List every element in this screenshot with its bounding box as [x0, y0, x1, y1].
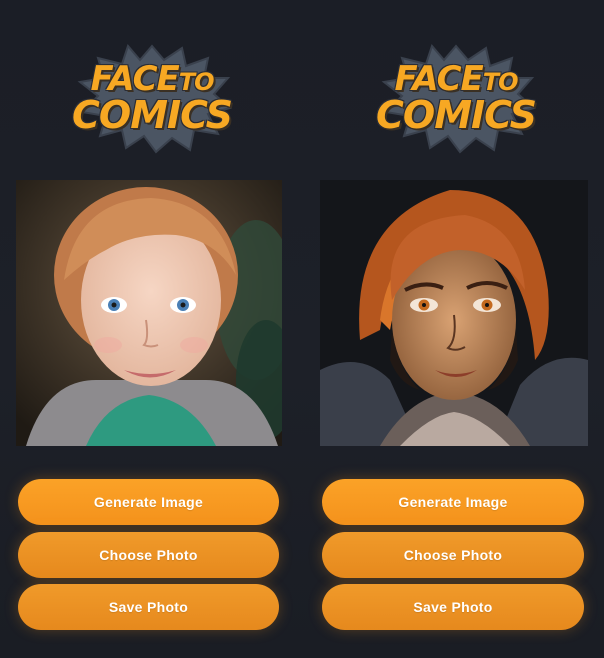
save-photo-button[interactable]: Save Photo — [18, 584, 279, 630]
face-to-comics-logo: FACETO COMICS — [72, 44, 233, 154]
choose-photo-button[interactable]: Choose Photo — [322, 532, 584, 578]
face-to-comics-logo: FACETO COMICS — [376, 44, 537, 154]
logo-line-2: COMICS — [376, 93, 537, 137]
generate-image-button[interactable]: Generate Image — [18, 479, 279, 525]
logo-line-2: COMICS — [72, 93, 233, 137]
original-photo — [16, 180, 282, 446]
original-panel: FACETO COMICS Generate Image Choose Phot… — [0, 0, 302, 658]
generate-image-button[interactable]: Generate Image — [322, 479, 584, 525]
choose-photo-button[interactable]: Choose Photo — [18, 532, 279, 578]
comic-panel: FACETO COMICS Generate Image Choose Phot… — [302, 0, 604, 658]
comic-portrait-icon — [320, 180, 588, 446]
portrait-photo-icon — [16, 180, 282, 446]
save-photo-button[interactable]: Save Photo — [322, 584, 584, 630]
comic-photo — [320, 180, 588, 446]
